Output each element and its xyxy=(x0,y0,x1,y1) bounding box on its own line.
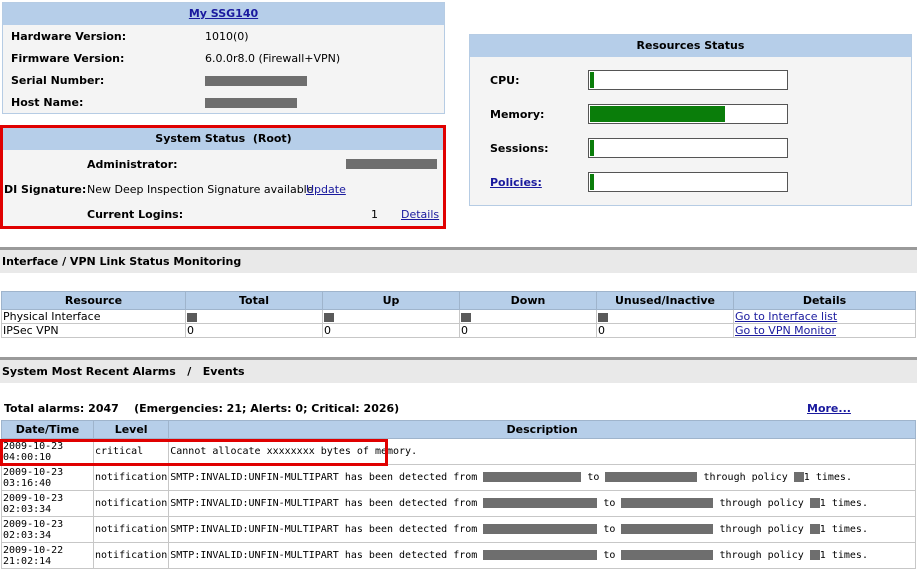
di-signature-text: New Deep Inspection Signature available xyxy=(87,183,314,196)
resource-cell: Physical Interface xyxy=(1,309,186,324)
device-info-header: My SSG140 xyxy=(3,3,444,25)
up-cell: 0 xyxy=(322,323,460,338)
datetime-cell: 2009-10-23 04:00:10 xyxy=(1,438,94,465)
resources-status-header: Resources Status xyxy=(470,35,911,57)
level-cell: critical xyxy=(92,438,170,465)
logins-details-link[interactable]: Details xyxy=(401,208,439,221)
details-cell: Go to Interface list xyxy=(733,309,916,324)
serial-number-label: Serial Number: xyxy=(11,74,105,87)
datetime-cell: 2009-10-23 02:03:34 xyxy=(1,490,94,517)
total-cell: 0 xyxy=(185,323,323,338)
cpu-usage-bar xyxy=(588,70,788,90)
current-logins-label: Current Logins: xyxy=(87,208,184,221)
alarms-table: Date/Time Level Description 2009-10-23 04… xyxy=(1,420,916,569)
down-cell: 0 xyxy=(459,323,597,338)
interface-status-table: Resource Total Up Down Unused/Inactive D… xyxy=(1,291,916,338)
vpn-monitor-link[interactable]: Go to VPN Monitor xyxy=(735,324,836,337)
col-description: Description xyxy=(168,420,916,439)
col-details: Details xyxy=(733,291,916,310)
resource-cell: IPSec VPN xyxy=(1,323,186,338)
administrator-label: Administrator: xyxy=(87,158,178,171)
redacted-mark xyxy=(187,312,197,322)
table-row: 2009-10-23 02:03:34 notification SMTP:INV… xyxy=(1,490,916,517)
up-cell xyxy=(322,309,460,324)
table-row: IPSec VPN 0 0 0 0 Go to VPN Monitor xyxy=(1,323,916,338)
cpu-label: CPU: xyxy=(490,74,520,87)
table-row: Physical Interface Go to Interface list xyxy=(1,309,916,324)
table-row: 2009-10-23 04:00:10 critical Cannot alloc… xyxy=(1,438,916,465)
policies-link[interactable]: Policies: xyxy=(490,176,542,189)
table-row: 2009-10-23 03:16:40 notification SMTP:INV… xyxy=(1,464,916,491)
interface-section-header: Interface / VPN Link Status Monitoring xyxy=(0,247,917,273)
table-row: 2009-10-22 21:02:14 notification SMTP:INV… xyxy=(1,542,916,569)
serial-number-redacted xyxy=(205,76,307,86)
firmware-version-value: 6.0.0r8.0 (Firewall+VPN) xyxy=(205,52,341,65)
redacted-mark xyxy=(324,312,334,322)
host-name-redacted xyxy=(205,98,297,108)
more-alarms-link[interactable]: More... xyxy=(807,402,851,415)
col-total: Total xyxy=(185,291,323,310)
hardware-version-value: 1010(0) xyxy=(205,30,249,43)
unused-cell xyxy=(596,309,734,324)
down-cell xyxy=(459,309,597,324)
level-cell: notification xyxy=(92,490,170,517)
alarms-section-header: System Most Recent Alarms / Events xyxy=(0,357,917,383)
details-cell: Go to VPN Monitor xyxy=(733,323,916,338)
di-signature-label: DI Signature: xyxy=(4,183,87,196)
total-cell xyxy=(185,309,323,324)
system-status-header: System Status (Root) xyxy=(3,128,444,150)
datetime-cell: 2009-10-22 21:02:14 xyxy=(1,542,94,569)
col-resource: Resource xyxy=(1,291,186,310)
redacted-mark xyxy=(598,312,608,322)
system-status-panel: System Status (Root) Administrator: DI S… xyxy=(2,127,445,227)
sessions-usage-bar xyxy=(588,138,788,158)
redacted-mark xyxy=(461,312,471,322)
memory-usage-bar xyxy=(588,104,788,124)
datetime-cell: 2009-10-23 02:03:34 xyxy=(1,516,94,543)
firmware-version-label: Firmware Version: xyxy=(11,52,125,65)
level-cell: notification xyxy=(92,464,170,491)
description-cell: SMTP:INVALID:UNFIN-MULTIPART has been de… xyxy=(168,464,916,491)
description-cell: SMTP:INVALID:UNFIN-MULTIPART has been de… xyxy=(168,490,916,517)
level-cell: notification xyxy=(92,542,170,569)
administrator-redacted xyxy=(346,159,437,169)
col-level: Level xyxy=(92,420,170,439)
memory-label: Memory: xyxy=(490,108,545,121)
device-title-link[interactable]: My SSG140 xyxy=(189,7,258,20)
col-unused: Unused/Inactive xyxy=(596,291,734,310)
table-row: 2009-10-23 02:03:34 notification SMTP:INV… xyxy=(1,516,916,543)
update-link[interactable]: Update xyxy=(306,183,346,196)
hardware-version-label: Hardware Version: xyxy=(11,30,127,43)
description-cell: Cannot allocate xxxxxxxx bytes of memory… xyxy=(168,438,916,465)
col-up: Up xyxy=(322,291,460,310)
interface-list-link[interactable]: Go to Interface list xyxy=(735,310,837,323)
level-cell: notification xyxy=(92,516,170,543)
current-logins-count: 1 xyxy=(371,208,378,221)
description-cell: SMTP:INVALID:UNFIN-MULTIPART has been de… xyxy=(168,516,916,543)
unused-cell: 0 xyxy=(596,323,734,338)
col-datetime: Date/Time xyxy=(1,420,94,439)
sessions-label: Sessions: xyxy=(490,142,549,155)
policies-usage-bar xyxy=(588,172,788,192)
col-down: Down xyxy=(459,291,597,310)
alarms-summary: Total alarms: 2047 (Emergencies: 21; Ale… xyxy=(4,402,400,415)
description-cell: SMTP:INVALID:UNFIN-MULTIPART has been de… xyxy=(168,542,916,569)
device-info-panel: My SSG140 Hardware Version: 1010(0) Firm… xyxy=(2,2,445,114)
datetime-cell: 2009-10-23 03:16:40 xyxy=(1,464,94,491)
host-name-label: Host Name: xyxy=(11,96,84,109)
